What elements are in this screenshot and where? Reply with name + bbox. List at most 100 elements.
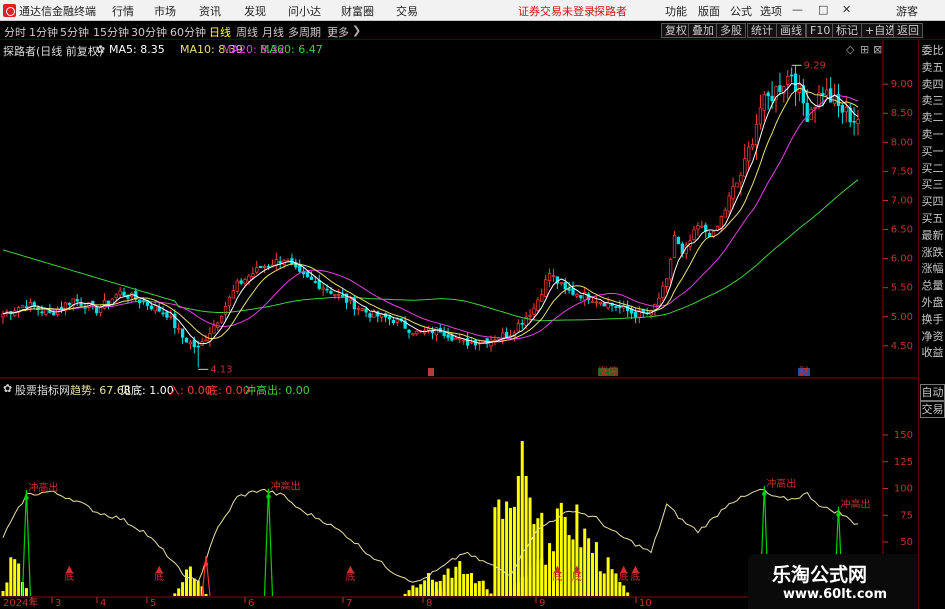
candle-body — [79, 302, 83, 306]
menu-quotes[interactable]: 行情 — [112, 3, 134, 19]
guest-label[interactable]: 游客 — [896, 3, 918, 19]
volume-bar — [181, 582, 185, 596]
side-tab-6[interactable]: 买一 — [920, 144, 945, 160]
volume-bar — [458, 561, 462, 596]
more-arrow-icon[interactable]: ❯ — [352, 24, 361, 37]
trade-button[interactable]: 交易 — [920, 401, 945, 418]
auto-button[interactable]: 自动 — [920, 384, 945, 401]
sell-signal-label: 冲高出 — [840, 498, 870, 511]
menu-discover[interactable]: 发现 — [244, 3, 266, 19]
date-label: 6 — [248, 598, 254, 609]
indicator-settings-icon[interactable]: ✿ — [3, 382, 12, 395]
user-name[interactable]: 探路者 — [594, 3, 627, 19]
side-tab-3[interactable]: 卖三 — [920, 93, 945, 109]
side-tab-2[interactable]: 卖四 — [920, 77, 945, 93]
tab-15min[interactable]: 15分钟 — [93, 24, 129, 40]
volume-bar — [442, 574, 446, 596]
menu-trade[interactable]: 交易 — [396, 3, 418, 19]
menu-ask[interactable]: 问小达 — [288, 3, 321, 19]
side-tab-12[interactable]: 涨跌 — [920, 245, 945, 261]
menu-news[interactable]: 资讯 — [199, 3, 221, 19]
tab-timeshare[interactable]: 分时 — [4, 24, 26, 40]
tab-multi-period[interactable]: 多周期 — [288, 24, 321, 40]
menu-market[interactable]: 市场 — [154, 3, 176, 19]
adjust-button[interactable]: 复权 — [661, 23, 691, 38]
side-tab-10[interactable]: 买五 — [920, 211, 945, 227]
minimize-icon[interactable]: — — [792, 3, 803, 16]
draw-button[interactable]: 画线 — [776, 23, 806, 38]
side-tab-4[interactable]: 卖二 — [920, 110, 945, 126]
back-button[interactable]: 返回 — [893, 23, 923, 38]
tab-weekly[interactable]: 周线 — [236, 24, 258, 40]
volume-bar — [548, 543, 552, 596]
candle-body — [563, 282, 567, 290]
volume-bar — [516, 476, 520, 596]
overlay-button[interactable]: 叠加 — [688, 23, 718, 38]
candle-body — [442, 332, 446, 336]
candle-body — [547, 273, 552, 281]
mark-button[interactable]: 标记 — [832, 23, 862, 38]
menu-function[interactable]: 功能 — [665, 3, 687, 19]
high-annotation: 9.29 — [804, 60, 826, 71]
menu-formula[interactable]: 公式 — [730, 3, 752, 19]
tab-more[interactable]: 更多 — [327, 24, 349, 40]
restore-icon[interactable]: □ — [818, 3, 828, 16]
signal-dot — [266, 494, 271, 499]
candle-body — [454, 337, 458, 340]
side-tab-9[interactable]: 买四 — [920, 194, 945, 210]
side-tab-7[interactable]: 买二 — [920, 161, 945, 177]
settings-icon[interactable]: ✿ — [96, 43, 105, 56]
volume-bar — [618, 582, 622, 596]
candle-body — [169, 315, 173, 318]
stats-button[interactable]: 统计 — [747, 23, 777, 38]
volume-bar — [485, 589, 489, 596]
tab-5min[interactable]: 5分钟 — [60, 24, 89, 40]
side-tab-16[interactable]: 换手 — [920, 312, 945, 328]
volume-bar — [520, 441, 524, 596]
side-tab-1[interactable]: 卖五 — [920, 60, 945, 76]
candle-body — [321, 287, 325, 290]
candle-body — [219, 316, 224, 323]
candle-body — [719, 216, 724, 229]
sell-signal-label: 冲高出 — [270, 480, 300, 493]
window-close-icon[interactable]: ⊠ — [873, 43, 882, 56]
grid-icon[interactable]: ⊞ — [860, 43, 869, 56]
tab-monthly[interactable]: 月线 — [262, 24, 284, 40]
volume-bar — [626, 592, 630, 596]
indicator-tick-label: 100 — [894, 484, 913, 495]
volume-bar — [505, 501, 509, 596]
candle-body — [368, 313, 372, 318]
candle-body — [567, 288, 571, 291]
menu-options[interactable]: 选项 — [760, 3, 782, 19]
volume-bar — [446, 568, 450, 596]
volume-bar — [614, 573, 618, 596]
diamond-icon[interactable]: ◇ — [846, 43, 854, 56]
side-tab-17[interactable]: 净资 — [920, 329, 945, 345]
side-tab-8[interactable]: 买三 — [920, 177, 945, 193]
side-tab-14[interactable]: 总量 — [920, 278, 945, 294]
tab-60min[interactable]: 60分钟 — [170, 24, 206, 40]
candle-body — [337, 293, 341, 296]
multi-stock-button[interactable]: 多股 — [716, 23, 746, 38]
side-tab-0[interactable]: 委比 — [920, 43, 945, 59]
tab-1min[interactable]: 1分钟 — [29, 24, 58, 40]
menu-layout[interactable]: 版面 — [698, 3, 720, 19]
close-icon[interactable]: ✕ — [842, 3, 851, 16]
tab-30min[interactable]: 30分钟 — [131, 24, 167, 40]
candle-body — [325, 288, 329, 291]
side-tab-15[interactable]: 外盘 — [920, 295, 945, 311]
side-tab-18[interactable]: 收益 — [920, 345, 945, 361]
side-tab-13[interactable]: 涨幅 — [920, 261, 945, 277]
login-warning[interactable]: 证券交易未登录 — [518, 3, 595, 19]
f10-button[interactable]: F10 — [806, 23, 835, 38]
app-window: 通达信金融终端 行情 市场 资讯 发现 问小达 财富圈 交易 证券交易未登录 探… — [0, 0, 945, 609]
menu-wealth[interactable]: 财富圈 — [341, 3, 374, 19]
sell-signal-label: 冲高出 — [766, 477, 796, 490]
candle-body — [149, 305, 154, 310]
candle-body — [657, 297, 661, 306]
side-tab-5[interactable]: 卖一 — [920, 127, 945, 143]
tab-daily[interactable]: 日线 — [209, 24, 231, 40]
side-tab-11[interactable]: 最新 — [920, 228, 945, 244]
kline-chart[interactable]: 4.50 5.00 5.50 6.00 6.50 7.00 7.50 8.00 8.50 9.00… — [0, 40, 918, 609]
candle-body — [13, 310, 17, 316]
